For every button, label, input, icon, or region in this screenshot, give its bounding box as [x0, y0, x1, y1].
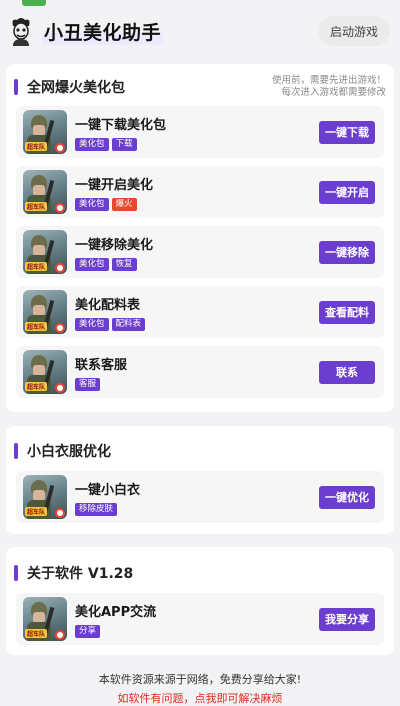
- optimize-button[interactable]: 一键优化: [319, 485, 375, 509]
- game-thumbnail: 超车队: [23, 475, 67, 519]
- item-title: 美化配料表: [75, 297, 141, 313]
- item-title: 联系客服: [75, 357, 128, 373]
- game-thumbnail: 超车队: [23, 230, 67, 274]
- game-thumbnail: 超车队: [23, 110, 67, 154]
- item-title: 一键开启美化: [75, 177, 154, 193]
- section-card-beautify: 全网爆火美化包 使用前，需要先进出游戏！ 每次进入游戏都需要修改 超车队 一键下…: [6, 64, 394, 412]
- section-card-about: 关于软件 V1.28 超车队 美化APP交流 分享 我要分享: [6, 547, 394, 655]
- joker-icon: [8, 16, 34, 46]
- view-ingredients-button[interactable]: 查看配料: [319, 300, 375, 324]
- item-title: 一键移除美化: [75, 237, 154, 253]
- item-badge: 分享: [75, 624, 101, 638]
- item-badge: 客服: [75, 377, 101, 391]
- list-item: 超车队 美化配料表 美化包 配料表 查看配料: [16, 286, 384, 338]
- launch-game-button[interactable]: 启动游戏: [317, 16, 390, 46]
- item-badge: 美化包: [75, 197, 109, 211]
- app-header: 小丑美化助手 启动游戏: [0, 0, 400, 62]
- section-marker: [14, 565, 18, 581]
- item-badge: 爆火: [111, 197, 137, 211]
- list-item: 超车队 联系客服 客服 联系: [16, 346, 384, 398]
- game-thumbnail: 超车队: [23, 597, 67, 641]
- section-title: 全网爆火美化包: [27, 80, 125, 96]
- section-title: 小白衣服优化: [27, 444, 111, 460]
- contact-button[interactable]: 联系: [319, 360, 375, 384]
- list-item: 超车队 美化APP交流 分享 我要分享: [16, 593, 384, 645]
- item-title: 一键下载美化包: [75, 117, 167, 133]
- item-badge: 美化包: [75, 137, 109, 151]
- footer-notice: 本软件资源来源于网络，免费分享给大家!: [98, 673, 302, 686]
- game-thumbnail: 超车队: [23, 170, 67, 214]
- item-badge: 恢复: [111, 257, 137, 271]
- item-badge: 下载: [111, 137, 137, 151]
- item-badge: 美化包: [75, 317, 109, 331]
- section-header: 小白衣服优化: [14, 441, 386, 461]
- footer-help-link[interactable]: 如软件有问题，点我即可解决麻烦: [0, 690, 400, 706]
- section-marker: [14, 443, 18, 459]
- list-item: 超车队 一键开启美化 美化包 爆火 一键开启: [16, 166, 384, 218]
- game-thumbnail: 超车队: [23, 350, 67, 394]
- item-title: 一键小白衣: [75, 482, 141, 498]
- section-card-white-outfit: 小白衣服优化 超车队 一键小白衣 移除皮肤 一键优化: [6, 426, 394, 534]
- section-title: 关于软件 V1.28: [27, 566, 134, 582]
- enable-button[interactable]: 一键开启: [319, 180, 375, 204]
- section-note: 使用前，需要先进出游戏！ 每次进入游戏都需要修改: [271, 75, 386, 98]
- app-title: 小丑美化助手: [42, 17, 164, 45]
- list-item: 超车队 一键下载美化包 美化包 下载 一键下载: [16, 106, 384, 158]
- share-button[interactable]: 我要分享: [319, 607, 375, 631]
- download-button[interactable]: 一键下载: [319, 120, 375, 144]
- game-thumbnail: 超车队: [23, 290, 67, 334]
- item-title: 美化APP交流: [75, 604, 157, 620]
- remove-button[interactable]: 一键移除: [319, 240, 375, 264]
- section-header: 全网爆火美化包 使用前，需要先进出游戏！ 每次进入游戏都需要修改: [14, 75, 386, 99]
- list-item: 超车队 一键移除美化 美化包 恢复 一键移除: [16, 226, 384, 278]
- item-badge: 配料表: [111, 317, 146, 331]
- list-item: 超车队 一键小白衣 移除皮肤 一键优化: [16, 471, 384, 523]
- section-marker: [14, 79, 18, 95]
- item-badge: 移除皮肤: [75, 502, 118, 516]
- section-header: 关于软件 V1.28: [14, 563, 386, 583]
- item-badge: 美化包: [75, 257, 109, 271]
